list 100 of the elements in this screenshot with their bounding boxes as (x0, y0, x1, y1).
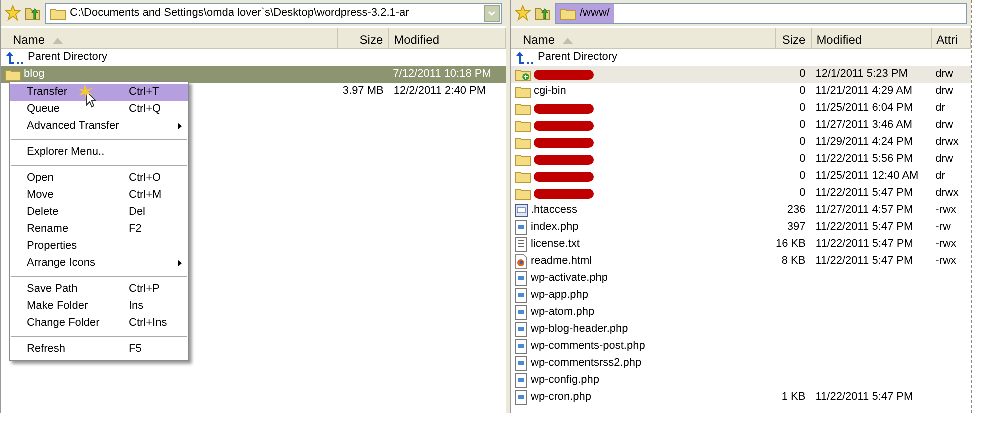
file-icon (515, 288, 528, 303)
shortcut-text: Ctrl+T (129, 85, 160, 100)
column-header[interactable]: Modified (812, 28, 932, 48)
file-name: wp-cron.php (531, 390, 592, 406)
shortcut-text: Ctrl+P (129, 282, 160, 298)
file-name: Parent Directory (538, 50, 618, 66)
menu-item[interactable]: Arrange Icons (10, 255, 188, 272)
path-field[interactable]: C:\Documents and Settings\omda lover`s\Desktop\wordpress-3.2.1-ar (45, 2, 502, 24)
file-row[interactable]: readme.html 8 KB 11/22/2011 5:47 PM -rwx (511, 253, 971, 270)
web-page-icon (515, 254, 528, 269)
parent-arrow-icon (5, 50, 25, 64)
file-size: 16 KB (776, 238, 806, 250)
menu-item[interactable]: Open Ctrl+O (10, 170, 188, 187)
file-row[interactable]: index.php 397 11/22/2011 5:47 PM -rw (511, 219, 971, 236)
shortcut-text: Ins (129, 299, 144, 314)
file-row[interactable]: .htaccess 236 11/27/2011 4:57 PM -rwx (511, 202, 971, 219)
shortcut-text: F2 (129, 222, 142, 238)
file-icon (515, 339, 528, 354)
file-icon (515, 390, 528, 405)
file-row[interactable]: 0 11/22/2011 5:47 PM drwx (511, 185, 971, 202)
menu-item[interactable]: Move Ctrl+M (10, 187, 188, 204)
attributes: dr (936, 102, 946, 114)
column-header[interactable]: Name (1, 28, 338, 48)
folder-icon (560, 6, 576, 20)
shortcut-text: Ctrl+Ins (129, 316, 168, 332)
menu-item[interactable]: Queue Ctrl+Q (10, 101, 188, 118)
attributes: dr (936, 170, 946, 182)
modified-date: 11/29/2011 4:24 PM (816, 136, 914, 148)
attributes: drw (936, 153, 954, 166)
menu-item[interactable]: Save Path Ctrl+P (10, 281, 188, 298)
column-header[interactable]: Attri (932, 28, 971, 48)
shortcut-text: F5 (129, 342, 142, 358)
file-icon (515, 305, 528, 320)
menu-item[interactable]: Refresh F5 (10, 341, 188, 358)
modified-date: 11/27/2011 3:46 AM (816, 119, 913, 132)
file-row[interactable]: Parent Directory (1, 49, 506, 66)
modified-date: 12/2/2011 2:40 PM (394, 85, 486, 98)
star-icon (5, 5, 21, 21)
menu-item[interactable]: Change Folder Ctrl+Ins (10, 315, 188, 332)
menu-item[interactable]: Properties (10, 238, 188, 255)
column-header[interactable]: Modified (389, 28, 506, 48)
folder-icon (50, 6, 66, 20)
file-row[interactable]: wp-cron.php 1 KB 11/22/2011 5:47 PM (511, 389, 971, 406)
shortcut-text: Ctrl+M (129, 188, 162, 204)
file-row[interactable]: wp-commentsrss2.php (511, 355, 971, 372)
file-row[interactable]: wp-blog-header.php (511, 321, 971, 338)
file-size: 0 (800, 170, 806, 182)
path-text: /www/ (580, 6, 610, 21)
file-row[interactable]: cgi-bin 0 11/21/2011 4:29 AM drw (511, 83, 971, 100)
file-row[interactable]: wp-comments-post.php (511, 338, 971, 355)
file-icon (515, 203, 528, 218)
modified-date: 11/22/2011 5:47 PM (816, 187, 914, 200)
file-size: 8 KB (782, 255, 806, 268)
file-row[interactable]: 3.97 MB 12/2/2011 2:40 PM (191, 83, 506, 100)
column-header[interactable]: Name (511, 28, 776, 48)
file-row[interactable]: license.txt 16 KB 11/22/2011 5:47 PM -rwx (511, 236, 971, 253)
modified-date: 12/1/2011 5:23 PM (816, 68, 908, 80)
file-size: 0 (800, 136, 806, 148)
menu-item[interactable]: Delete Del (10, 204, 188, 221)
modified-date: 11/22/2011 5:47 PM (816, 391, 914, 404)
file-row[interactable]: 0 12/1/2011 5:23 PM drw (511, 66, 971, 83)
file-row[interactable]: 0 11/27/2011 3:46 AM drw (511, 117, 971, 134)
attributes: -rwx (936, 204, 956, 216)
file-row[interactable]: 0 11/22/2011 5:56 PM drw (511, 151, 971, 168)
file-name: wp-comments-post.php (531, 339, 646, 354)
menu-item[interactable]: Advanced Transfer (10, 118, 188, 135)
dropdown-button[interactable] (484, 4, 500, 22)
submenu-arrow-icon (178, 123, 182, 130)
file-row[interactable]: 0 11/25/2011 12:40 AM dr (511, 168, 971, 185)
menu-item[interactable]: Make Folder Ins (10, 298, 188, 315)
column-header[interactable]: Size (776, 28, 812, 48)
file-icon (515, 271, 528, 286)
shortcut-text: Del (129, 205, 146, 220)
column-header[interactable]: Size (338, 28, 390, 48)
text-file-icon (515, 237, 528, 252)
path-field[interactable]: /www/ (555, 2, 967, 24)
attributes: drwx (936, 187, 959, 200)
file-name: index.php (531, 220, 579, 236)
file-row[interactable]: wp-activate.php (511, 270, 971, 287)
file-name: cgi-bin (534, 84, 566, 100)
file-size: 0 (800, 68, 806, 80)
menu-item[interactable]: Rename F2 (10, 221, 188, 238)
file-size: 0 (800, 153, 806, 166)
file-row[interactable]: wp-app.php (511, 287, 971, 304)
file-row[interactable]: 0 11/25/2011 6:04 PM dr (511, 100, 971, 117)
file-name: readme.html (531, 254, 592, 270)
folder-icon (515, 102, 531, 115)
shortcut-text: Ctrl+Q (129, 102, 162, 118)
sort-arrow-icon (53, 38, 64, 44)
file-name: wp-app.php (531, 288, 588, 304)
file-row[interactable]: Parent Directory (511, 49, 971, 66)
menu-item[interactable]: Explorer Menu.. (10, 144, 188, 161)
file-name: license.txt (531, 237, 580, 252)
sort-arrow-icon (563, 38, 574, 44)
menu-item[interactable]: Transfer Ctrl+T (10, 84, 188, 101)
file-row[interactable]: 0 11/29/2011 4:24 PM drwx (511, 134, 971, 151)
file-row[interactable]: wp-config.php (511, 372, 971, 389)
file-row[interactable]: wp-atom.php (511, 304, 971, 321)
modified-date: 11/22/2011 5:47 PM (816, 221, 914, 234)
file-icon (515, 220, 528, 235)
